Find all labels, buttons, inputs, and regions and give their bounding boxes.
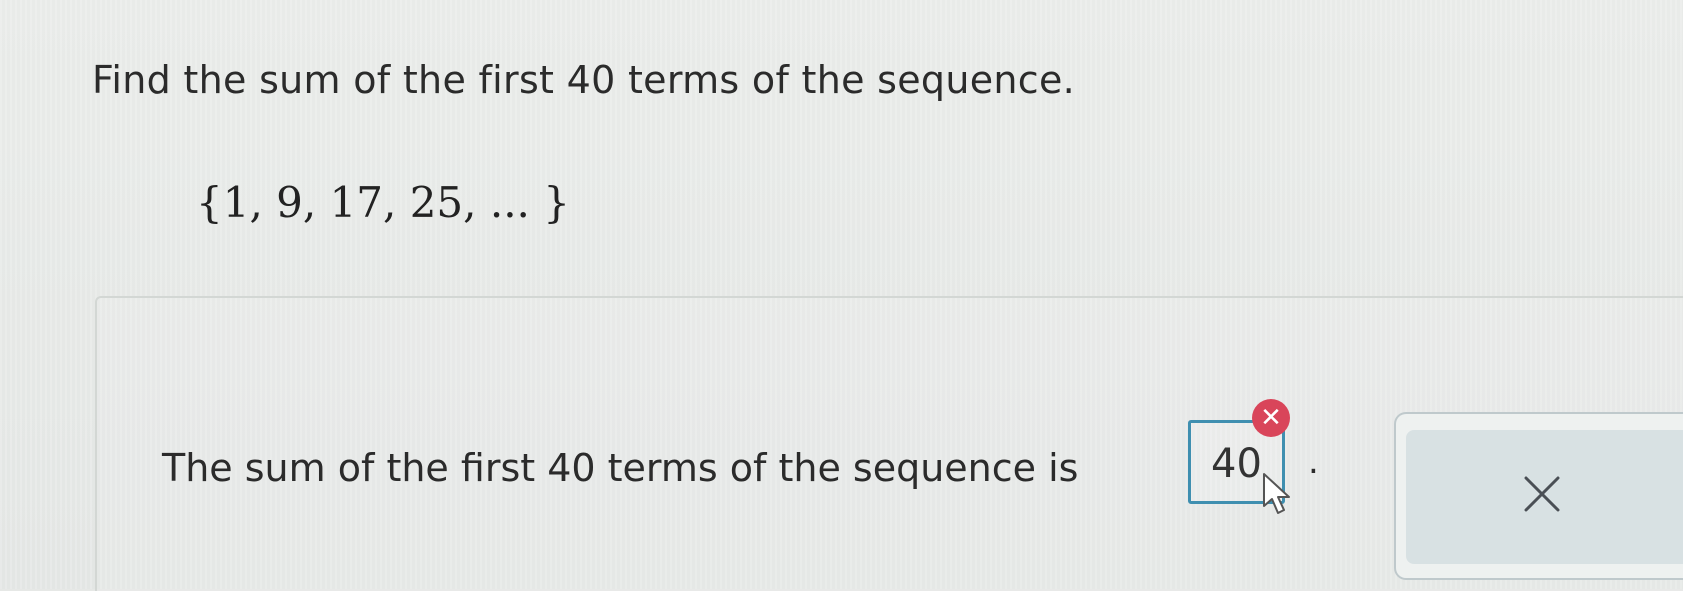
sequence-expression: {1, 9, 17, 25, ... } (196, 178, 570, 227)
clear-answer-button[interactable] (1394, 412, 1683, 580)
question-text: Find the sum of the first 40 terms of th… (92, 58, 1076, 102)
close-icon (1524, 476, 1560, 512)
sentence-period: . (1308, 442, 1319, 482)
clear-button-face (1406, 430, 1683, 564)
mouse-pointer-icon (1263, 473, 1290, 514)
answer-value: 40 (1211, 441, 1262, 487)
question-page: Find the sum of the first 40 terms of th… (0, 0, 1683, 591)
answer-prompt: The sum of the first 40 terms of the seq… (162, 446, 1079, 490)
incorrect-x-icon: ✕ (1252, 399, 1290, 437)
